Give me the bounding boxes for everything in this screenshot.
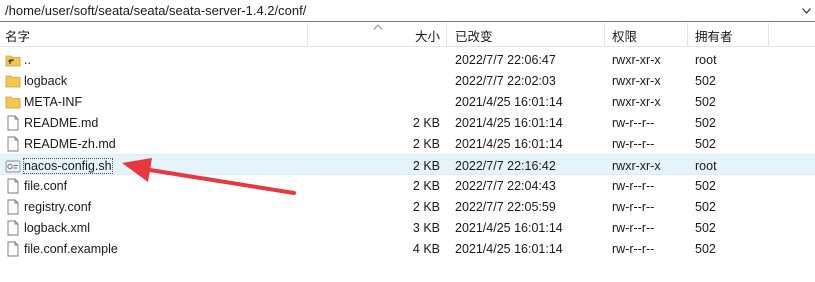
file-owner: 502 <box>695 241 716 256</box>
file-row-file-conf[interactable]: file.conf 2 KB 2022/7/7 22:04:43 rw-r--r… <box>0 175 815 196</box>
file-modified: 2021/4/25 16:01:14 <box>455 115 563 130</box>
file-size <box>380 91 440 112</box>
file-size: 3 KB <box>412 220 440 235</box>
file-size: 4 KB <box>412 241 440 256</box>
script-file-icon <box>5 160 21 172</box>
file-name: file.conf <box>24 178 68 193</box>
chevron-down-icon[interactable] <box>798 0 815 21</box>
sort-ascending-icon <box>373 24 383 30</box>
column-divider[interactable] <box>446 23 447 47</box>
column-header-permissions[interactable]: 权限 <box>612 23 637 47</box>
column-divider[interactable] <box>768 23 769 47</box>
file-modified: 2022/7/7 22:02:03 <box>455 73 556 88</box>
file-icon <box>7 241 19 256</box>
file-modified: 2021/4/25 16:01:14 <box>455 220 563 235</box>
file-name: .. <box>24 52 31 67</box>
file-row-registry-conf[interactable]: registry.conf 2 KB 2022/7/7 22:05:59 rw-… <box>0 196 815 217</box>
file-icon <box>7 199 19 214</box>
file-permissions: rw-r--r-- <box>612 241 655 256</box>
file-modified: 2022/7/7 22:05:59 <box>455 199 556 214</box>
file-row-readme-zh[interactable]: README-zh.md 2 KB 2021/4/25 16:01:14 rw-… <box>0 133 815 154</box>
file-row-nacos-config[interactable]: nacos-config.sh 2 KB 2022/7/7 22:16:42 r… <box>0 154 815 175</box>
file-size: 2 KB <box>412 158 440 173</box>
column-header-size[interactable]: 大小 <box>380 23 440 47</box>
file-name: registry.conf <box>24 199 92 214</box>
file-row-file-conf-example[interactable]: file.conf.example 4 KB 2021/4/25 16:01:1… <box>0 238 815 259</box>
folder-icon <box>5 96 21 108</box>
file-size <box>380 49 440 70</box>
file-owner: 502 <box>695 199 716 214</box>
file-permissions: rw-r--r-- <box>612 199 655 214</box>
file-permissions: rw-r--r-- <box>612 220 655 235</box>
folder-icon <box>5 75 21 87</box>
file-size <box>380 70 440 91</box>
file-row-logback[interactable]: logback 2022/7/7 22:02:03 rwxr-xr-x 502 <box>0 70 815 91</box>
column-header-name[interactable]: 名字 <box>5 23 30 47</box>
file-size: 2 KB <box>412 178 440 193</box>
column-header: 名字 大小 已改变 权限 拥有者 <box>0 23 815 47</box>
file-modified: 2022/7/7 22:16:42 <box>455 158 556 173</box>
file-permissions: rw-r--r-- <box>612 178 655 193</box>
file-name: logback.xml <box>24 220 90 235</box>
path-bar[interactable]: /home/user/soft/seata/seata/seata-server… <box>0 0 815 22</box>
file-size: 2 KB <box>412 199 440 214</box>
file-permissions: rw-r--r-- <box>612 115 655 130</box>
file-permissions: rwxr-xr-x <box>612 73 661 88</box>
file-name: file.conf.example <box>24 241 118 256</box>
file-permissions: rwxr-xr-x <box>612 52 661 67</box>
file-icon <box>7 220 19 235</box>
column-divider[interactable] <box>604 23 605 47</box>
file-permissions: rwxr-xr-x <box>612 94 661 109</box>
path-input[interactable]: /home/user/soft/seata/seata/seata-server… <box>0 3 306 18</box>
file-name: logback <box>24 73 68 88</box>
file-modified: 2022/7/7 22:04:43 <box>455 178 556 193</box>
file-permissions: rwxr-xr-x <box>612 158 661 173</box>
file-owner: root <box>695 52 717 67</box>
file-icon <box>7 178 19 193</box>
file-size: 2 KB <box>412 115 440 130</box>
column-divider[interactable] <box>687 23 688 47</box>
file-modified: 2022/7/7 22:06:47 <box>455 52 556 67</box>
file-icon <box>7 115 19 130</box>
file-owner: 502 <box>695 73 716 88</box>
file-permissions: rw-r--r-- <box>612 136 655 151</box>
file-name: nacos-config.sh <box>23 157 113 174</box>
column-divider[interactable] <box>307 23 308 47</box>
file-name: META-INF <box>24 94 83 109</box>
column-header-owner[interactable]: 拥有者 <box>695 23 733 47</box>
file-icon <box>7 136 19 151</box>
file-owner: 502 <box>695 136 716 151</box>
parent-directory-icon <box>5 55 21 66</box>
column-header-modified[interactable]: 已改变 <box>455 23 493 47</box>
file-owner: root <box>695 158 717 173</box>
file-row-logback-xml[interactable]: logback.xml 3 KB 2021/4/25 16:01:14 rw-r… <box>0 217 815 238</box>
file-modified: 2021/4/25 16:01:14 <box>455 136 563 151</box>
file-size: 2 KB <box>412 136 440 151</box>
file-row-meta-inf[interactable]: META-INF 2021/4/25 16:01:14 rwxr-xr-x 50… <box>0 91 815 112</box>
file-modified: 2021/4/25 16:01:14 <box>455 241 563 256</box>
file-name: README-zh.md <box>24 136 116 151</box>
file-owner: 502 <box>695 220 716 235</box>
file-owner: 502 <box>695 94 716 109</box>
file-modified: 2021/4/25 16:01:14 <box>455 94 563 109</box>
file-owner: 502 <box>695 115 716 130</box>
file-row-parent[interactable]: .. 2022/7/7 22:06:47 rwxr-xr-x root <box>0 49 815 70</box>
file-owner: 502 <box>695 178 716 193</box>
file-name: README.md <box>24 115 99 130</box>
file-row-readme[interactable]: README.md 2 KB 2021/4/25 16:01:14 rw-r--… <box>0 112 815 133</box>
